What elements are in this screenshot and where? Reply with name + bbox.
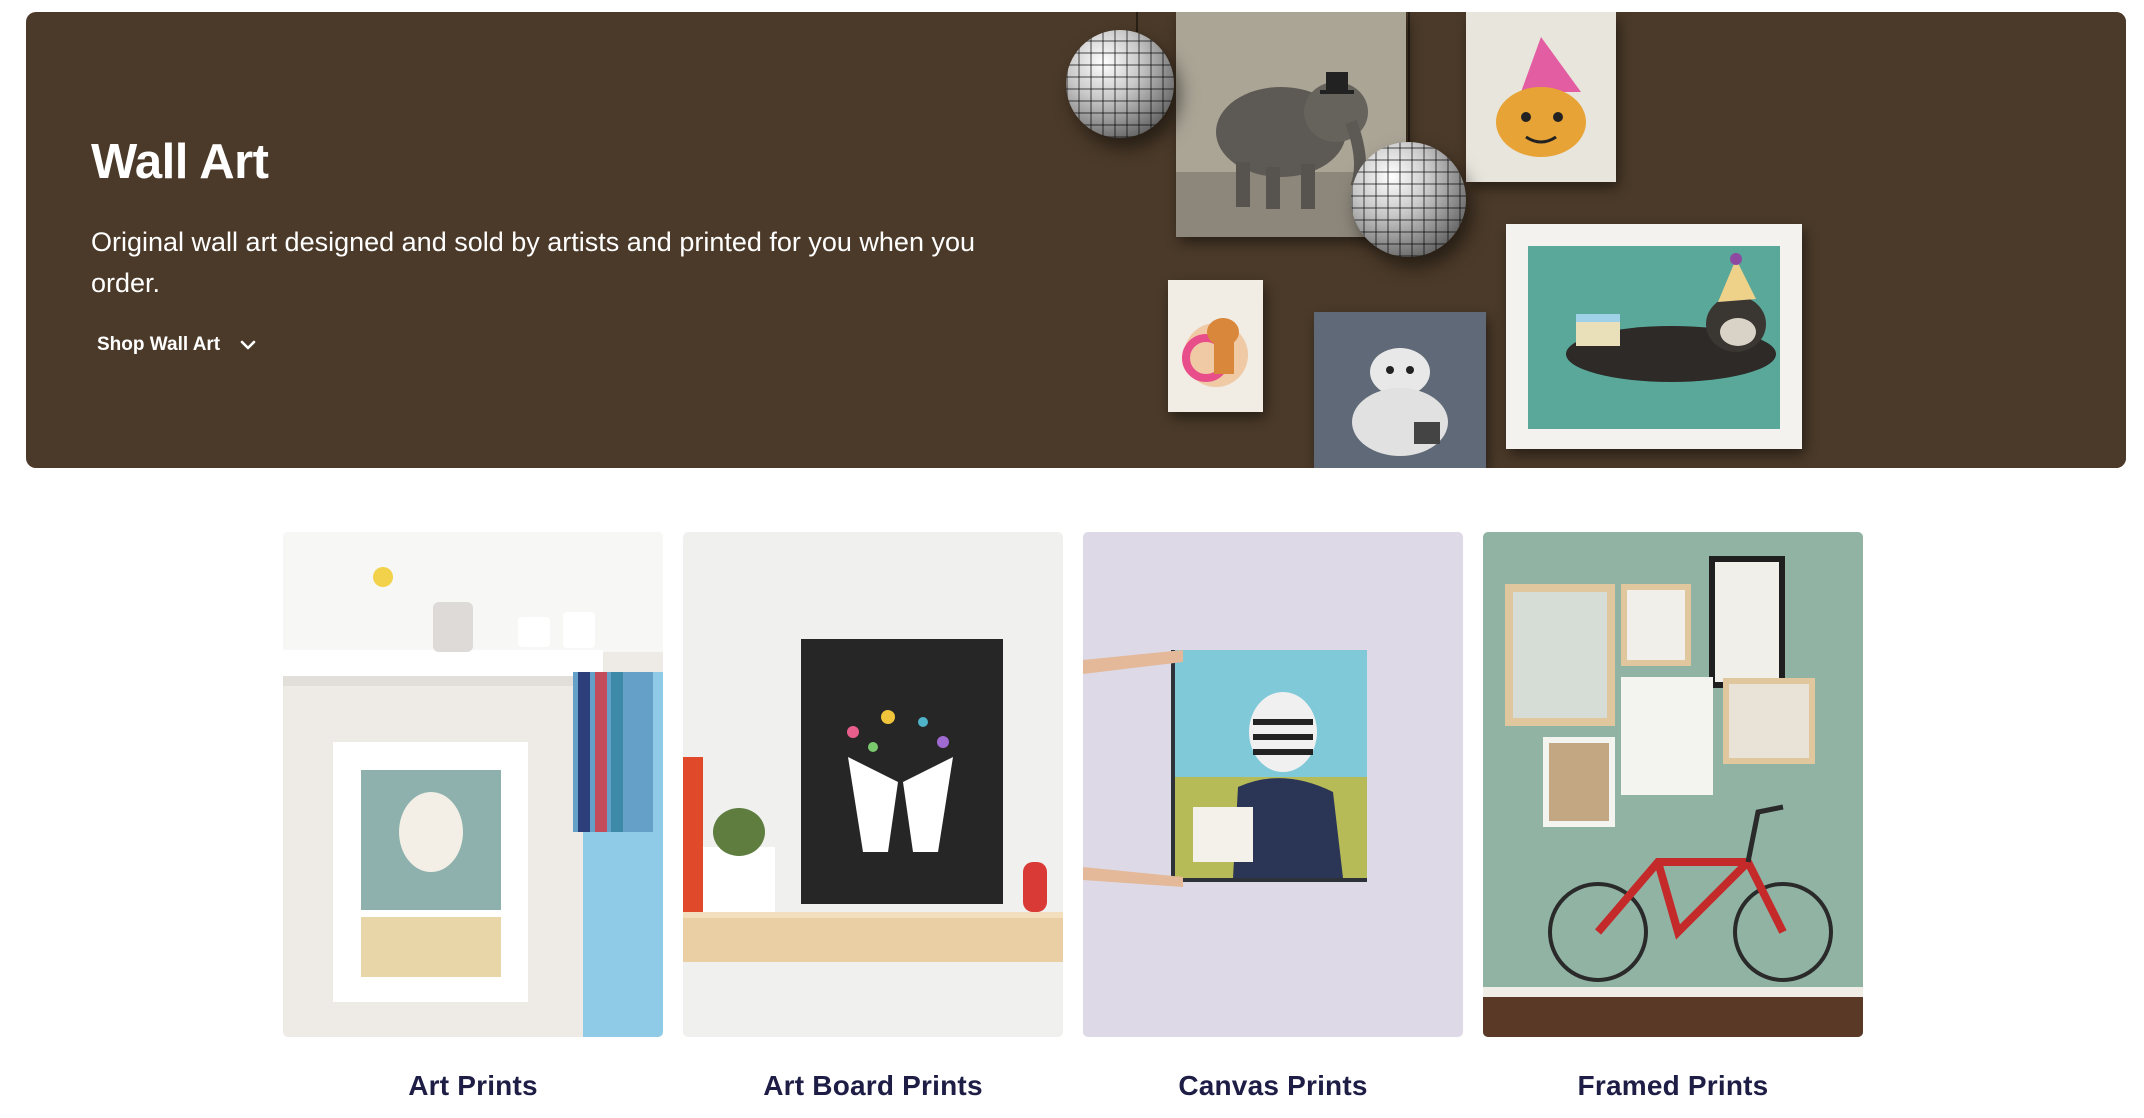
category-card-canvas-prints[interactable]: Canvas Prints: [1083, 532, 1463, 1102]
art-board-prints-illustration: [683, 532, 1063, 1037]
party-cat-illustration: [1496, 37, 1586, 157]
disco-ball: [1066, 30, 1174, 138]
bear-illustration: [1314, 312, 1486, 468]
category-card-art-prints[interactable]: Art Prints: [283, 532, 663, 1102]
hero-banner: Wall Art Original wall art designed and …: [26, 12, 2126, 468]
party-cat-print: [1466, 12, 1616, 182]
framed-prints-illustration: [1483, 532, 1863, 1037]
category-card-framed-prints[interactable]: Framed Prints: [1483, 532, 1863, 1102]
art-prints-image[interactable]: [283, 532, 663, 1037]
disco-string: [1136, 12, 1138, 32]
otter-illustration: [1528, 246, 1780, 429]
art-prints-illustration: [283, 532, 663, 1037]
hero-description: Original wall art designed and sold by a…: [91, 227, 975, 298]
category-label[interactable]: Framed Prints: [1483, 1070, 1863, 1102]
page-title: Wall Art: [91, 135, 269, 189]
disco-ball: [1351, 142, 1466, 257]
art-board-prints-image[interactable]: [683, 532, 1063, 1037]
bear-canvas: [1314, 312, 1486, 468]
category-label[interactable]: Canvas Prints: [1083, 1070, 1463, 1102]
category-label[interactable]: Art Prints: [283, 1070, 663, 1102]
tiger-print: [1168, 280, 1263, 412]
hero-image: [1066, 12, 2126, 468]
tiger-illustration: [1182, 318, 1248, 387]
hero-text-block: Wall Art Original wall art designed and …: [91, 132, 1011, 360]
canvas-prints-illustration: [1083, 532, 1463, 1037]
otter-print: [1506, 224, 1802, 449]
chevron-down-icon: [240, 340, 256, 350]
shop-wall-art-dropdown[interactable]: Shop Wall Art: [91, 330, 264, 360]
canvas-prints-image[interactable]: [1083, 532, 1463, 1037]
framed-prints-image[interactable]: [1483, 532, 1863, 1037]
category-label[interactable]: Art Board Prints: [683, 1070, 1063, 1102]
disco-string: [1408, 12, 1410, 142]
category-grid: Art Prints Art Board Prints Canvas Print…: [283, 532, 1863, 1118]
category-card-art-board-prints[interactable]: Art Board Prints: [683, 532, 1063, 1102]
shop-wall-art-label: Shop Wall Art: [97, 334, 221, 355]
